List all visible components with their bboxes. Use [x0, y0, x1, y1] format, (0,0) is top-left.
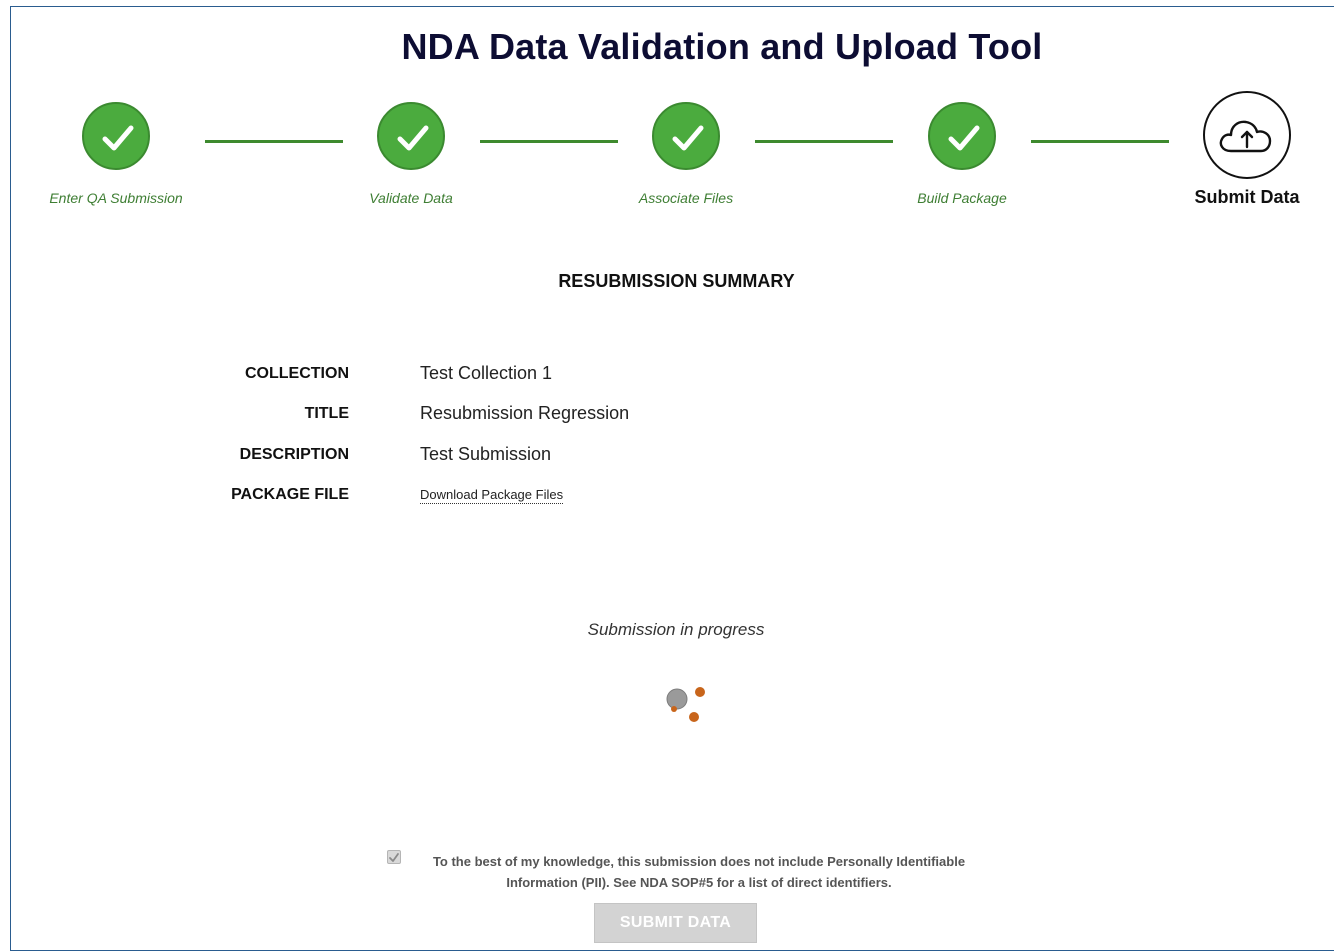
checkbox-check-icon [389, 853, 399, 862]
step-3-complete [652, 102, 720, 170]
step-connector [480, 140, 618, 143]
step-connector [205, 140, 343, 143]
description-label: DESCRIPTION [239, 446, 349, 463]
step-1-label: Enter QA Submission [49, 190, 183, 206]
step-2-complete [377, 102, 445, 170]
pii-checkbox[interactable] [387, 850, 401, 864]
pii-statement-line-1: To the best of my knowledge, this submis… [432, 854, 966, 869]
check-icon [672, 125, 704, 151]
check-icon [102, 125, 134, 151]
step-1-complete [82, 102, 150, 170]
collection-value: Test Collection 1 [420, 363, 553, 383]
submit-data-button[interactable]: SUBMIT DATA [594, 903, 757, 943]
pii-statement: To the best of my knowledge, this submis… [409, 851, 989, 893]
pii-statement-line-2: Information (PII). See NDA SOP#5 for a l… [506, 875, 892, 890]
cloud-upload-icon [1219, 120, 1272, 153]
step-4-label: Build Package [917, 190, 1007, 206]
page-title: NDA Data Validation and Upload Tool [401, 26, 1043, 67]
step-4-complete [928, 102, 996, 170]
download-package-files-link[interactable]: Download Package Files [420, 487, 564, 504]
step-3-label: Associate Files [638, 190, 734, 206]
summary-heading: RESUBMISSION SUMMARY [558, 271, 795, 291]
check-icon [397, 125, 429, 151]
step-connector [1031, 140, 1169, 143]
description-value: Test Submission [420, 444, 552, 464]
step-5-current [1203, 91, 1291, 179]
collection-label: COLLECTION [245, 365, 349, 382]
title-value: Resubmission Regression [420, 403, 630, 423]
submission-progress-text: Submission in progress [587, 620, 765, 639]
package-file-label: PACKAGE FILE [231, 486, 349, 503]
check-icon [948, 125, 980, 151]
step-2-label: Validate Data [369, 190, 453, 206]
loading-spinner-icon [666, 687, 705, 722]
title-label: TITLE [304, 405, 349, 422]
step-5-label: Submit Data [1194, 187, 1300, 207]
step-connector [755, 140, 893, 143]
